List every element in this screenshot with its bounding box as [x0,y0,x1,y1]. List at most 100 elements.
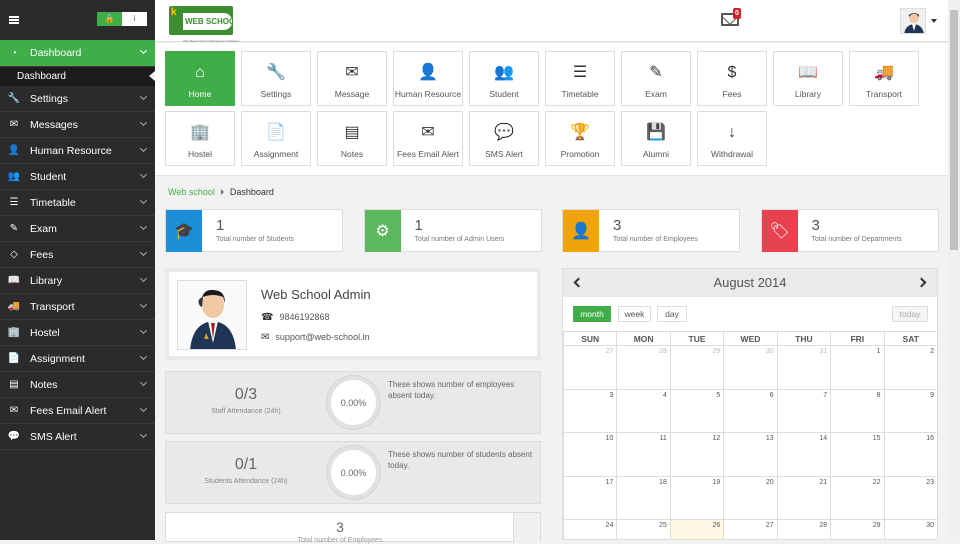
calendar-day-header: FRI [830,331,885,346]
tile-student[interactable]: 👥 Student [469,51,539,106]
tile-label: Fees [722,89,742,99]
tile-transport[interactable]: 🚚 Transport [849,51,919,106]
calendar-day-cell[interactable]: 22 [830,475,885,520]
prev-month-icon[interactable] [573,277,584,288]
calendar-day-cell[interactable]: 14 [776,432,832,477]
tile-sms-alert[interactable]: 💬 SMS Alert [469,111,539,166]
profile-email: ✉ support@web-school.in [261,332,370,343]
sidebar-item-human-resource[interactable]: 👤 Human Resource [0,138,155,164]
calendar-day-cell[interactable]: 27 [563,345,618,390]
calendar-today-cell[interactable]: 26 [669,519,725,539]
tile-fees[interactable]: $ Fees [697,51,767,106]
tile-hostel[interactable]: 🏢 Hostel [165,111,235,166]
sidebar-item-fees-email-alert[interactable]: ✉ Fees Email Alert [0,398,155,424]
calendar-day-cell[interactable]: 12 [669,432,725,477]
tile-fees-email-alert[interactable]: ✉ Fees Email Alert [393,111,463,166]
calendar-day-cell[interactable]: 29 [830,519,885,539]
calendar-day-cell[interactable]: 24 [563,519,618,539]
calendar-week: 24 25 26 27 28 29 30 [563,519,937,539]
info-button[interactable]: i [122,12,147,26]
calendar-day-cell[interactable]: 27 [723,519,778,539]
calendar-day-cell[interactable]: 28 [616,345,671,390]
calendar-day-cell[interactable]: 18 [616,475,671,520]
sidebar-item-sms-alert[interactable]: 💬 SMS Alert [0,424,155,450]
truck-icon: 🚚 [7,301,21,312]
tile-icon: 🏆 [570,124,590,141]
sidebar-item-label: Transport [30,300,75,313]
sidebar-item-library[interactable]: 📖 Library [0,268,155,294]
tile-notes[interactable]: ▤ Notes [317,111,387,166]
sidebar-item-transport[interactable]: 🚚 Transport [0,294,155,320]
tile-timetable[interactable]: ☰ Timetable [545,51,615,106]
sidebar-item-fees[interactable]: ◇ Fees [0,242,155,268]
sidebar-item-assignment[interactable]: 📄 Assignment [0,346,155,372]
scrollbar-thumb[interactable] [950,10,958,250]
calendar-day-cell[interactable]: 17 [563,475,618,520]
calendar-day-header: WED [723,331,778,346]
calendar-day-cell[interactable]: 11 [616,432,671,477]
breadcrumb-root-link[interactable]: Web school [168,187,215,197]
user-avatar[interactable] [900,8,926,34]
tile-settings[interactable]: 🔧 Settings [241,51,311,106]
profile-email-value[interactable]: support@web-school.in [275,332,369,342]
calendar-day-cell[interactable]: 30 [723,345,778,390]
sidebar-item-student[interactable]: 👥 Student [0,164,155,190]
student-attendance-value: 0/1 [234,456,258,473]
calendar-day-cell[interactable]: 3 [563,388,618,433]
tile-home[interactable]: ⌂ Home [165,51,235,106]
page-scrollbar[interactable] [948,0,960,540]
user-menu-caret-icon[interactable] [931,19,937,23]
calendar-day-cell[interactable]: 30 [883,519,937,539]
tile-human-resource[interactable]: 👤 Human Resource [393,51,463,106]
calendar-day-cell[interactable]: 7 [776,388,832,433]
calendar-day-cell[interactable]: 1 [830,345,885,390]
next-month-icon[interactable] [916,277,927,288]
tile-exam[interactable]: ✎ Exam [621,51,691,106]
edit-icon: ✎ [9,223,19,234]
calendar-day-cell[interactable]: 21 [776,475,832,520]
sidebar-item-dashboard[interactable]: ◔ Dashboard [0,40,155,67]
menu-toggle-icon[interactable] [9,16,19,24]
calendar-day-cell[interactable]: 6 [723,388,778,433]
tile-message[interactable]: ✉ Message [317,51,387,106]
calendar-day-cell[interactable]: 19 [669,475,725,520]
tile-icon: 🚚 [874,64,894,81]
week-view-button[interactable]: week [618,306,651,322]
sidebar-item-timetable[interactable]: ☰ Timetable [0,190,155,216]
today-button[interactable]: today [892,306,928,322]
sidebar-item-messages[interactable]: ✉ Messages [0,112,155,138]
tile-assignment[interactable]: 📄 Assignment [241,111,311,166]
calendar-day-cell[interactable]: 25 [616,519,671,539]
tile-library[interactable]: 📖 Library [773,51,843,106]
calendar-day-cell[interactable]: 31 [776,345,832,390]
sidebar-item-hostel[interactable]: 🏢 Hostel [0,320,155,346]
sidebar-item-exam[interactable]: ✎ Exam [0,216,155,242]
day-view-button[interactable]: day [657,306,687,322]
chevron-down-icon [139,144,148,153]
sidebar-subitem-dashboard[interactable]: Dashboard [0,67,155,86]
calendar-day-cell[interactable]: 28 [776,519,832,539]
calendar-day-cell[interactable]: 13 [723,432,778,477]
tile-withdrawal[interactable]: ↓ Withdrawal [697,111,767,166]
calendar-day-cell[interactable]: 8 [830,388,885,433]
calendar-day-cell[interactable]: 15 [830,432,885,477]
calendar-day-cell[interactable]: 10 [563,432,618,477]
calendar-day-cell[interactable]: 4 [616,388,671,433]
chart-icon[interactable] [513,513,540,543]
tile-alumni[interactable]: 💾 Alumni [621,111,691,166]
lock-button[interactable]: 🔒 [97,12,122,26]
calendar-day-cell[interactable]: 2 [883,345,937,390]
calendar-day-cell[interactable]: 5 [669,388,725,433]
staff-attendance-desc: These shows number of employees absent t… [388,380,515,400]
tile-promotion[interactable]: 🏆 Promotion [545,111,615,166]
calendar-day-cell[interactable]: 20 [723,475,778,520]
web-school-logo[interactable]: k WEB SCHOOL Web Based School Management… [169,6,239,43]
tile-icon: 💾 [646,124,666,141]
sidebar-item-notes[interactable]: ▤ Notes [0,372,155,398]
sidebar-item-settings[interactable]: 🔧 Settings [0,86,155,112]
month-view-button[interactable]: month [573,306,611,322]
calendar-day-cell[interactable]: 29 [669,345,725,390]
calendar-day-cell[interactable]: 23 [883,475,937,520]
calendar-day-cell[interactable]: 16 [883,432,937,477]
calendar-day-cell[interactable]: 9 [883,388,937,433]
